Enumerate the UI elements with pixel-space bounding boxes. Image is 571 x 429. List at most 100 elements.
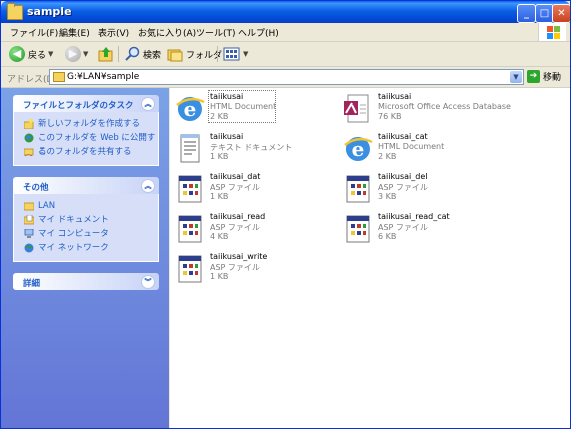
ie-html-icon[interactable]: e [174,93,206,125]
window-title: sample [27,5,72,18]
search-label: 検索 [143,50,162,61]
task-share-folder[interactable]: このフォルダを共有する [14,145,158,159]
file-item[interactable]: taiikusai テキスト ドキュメント 1 KB [170,130,350,170]
file-list: e taiikusai HTML Document 2 KB taiikusai Micr… [170,88,570,428]
file-size: 1 KB [210,272,229,281]
menu-file[interactable]: ファイル(F) [10,26,58,39]
go-arrow-icon: ➔ [527,70,540,83]
file-size: 2 KB [210,112,229,121]
text-document-icon[interactable] [174,133,206,165]
file-item[interactable]: e taiikusai HTML Document 2 KB [170,90,350,130]
file-size: 1 KB [210,152,229,161]
my-computer-icon [24,229,34,238]
chevron-down-icon[interactable]: ▼ [83,50,88,58]
file-item[interactable]: taiikusai_del ASP ファイル 3 KB [338,170,518,210]
title-bar[interactable]: sample _ □ ✕ [1,1,570,23]
task-label: 新しいフォルダを作成する [38,119,141,129]
file-name: taiikusai [210,132,244,141]
views-grid-icon [223,47,240,61]
file-size: 3 KB [378,192,397,201]
menu-favorites[interactable]: お気に入り(A) [138,26,196,39]
place-label: マイ コンピュータ [38,229,109,239]
other-places-panel: その他 ︽ LAN マイ ドキュメント マイ コンピュータ マイ ネットワーク [13,177,159,262]
chevron-down-icon[interactable]: ▼ [243,50,248,58]
asp-file-icon[interactable] [174,173,206,205]
back-button[interactable]: ◀ 戻る ▼ [9,45,53,63]
up-folder-button[interactable] [98,45,114,63]
my-network-icon [24,243,34,253]
my-documents-icon [24,215,34,225]
file-type: Microsoft Office Access Database [378,102,511,111]
file-item[interactable]: e taiikusai_cat HTML Document 2 KB [338,130,518,170]
menu-edit[interactable]: 編集(E) [59,26,90,39]
file-size: 76 KB [378,112,402,121]
file-name: taiikusai [210,92,244,101]
panel-title: その他 [23,183,49,193]
asp-file-icon[interactable] [174,213,206,245]
chevron-down-icon[interactable]: ▼ [48,50,53,58]
asp-file-icon[interactable] [342,213,374,245]
address-input[interactable]: G:¥LAN¥sample ▼ [49,69,524,85]
menu-view[interactable]: 表示(V) [98,26,129,39]
toolbar: ◀ 戻る ▼ ▶ ▼ 検索 フォルダ ▼ [1,42,570,67]
minimize-button[interactable]: _ [517,4,536,23]
menu-bar: ファイル(F) 編集(E) 表示(V) お気に入り(A) ツール(T) ヘルプ(… [1,23,570,42]
file-size: 1 KB [210,192,229,201]
file-type: HTML Document [210,102,277,111]
file-name: taiikusai_read_cat [378,212,450,221]
access-db-icon[interactable] [342,93,374,125]
file-name: taiikusai_cat [378,132,428,141]
place-label: マイ ドキュメント [38,215,109,225]
file-item[interactable]: taiikusai_write ASP ファイル 1 KB [170,250,350,290]
file-item[interactable]: taiikusai_dat ASP ファイル 1 KB [170,170,350,210]
panel-header[interactable]: その他 ︽ [13,177,159,194]
place-my-documents[interactable]: マイ ドキュメント [14,213,158,227]
collapse-icon[interactable]: ︽ [141,179,155,193]
menu-tools[interactable]: ツール(T) [196,26,236,39]
search-icon [125,46,140,61]
search-button[interactable]: 検索 [124,45,161,63]
menu-help[interactable]: ヘルプ(H) [238,26,279,39]
place-lan[interactable]: LAN [14,199,158,213]
back-label: 戻る [28,50,47,61]
details-panel: 詳細 ︾ [13,273,159,290]
panel-header[interactable]: ファイルとフォルダのタスク ︽ [13,95,159,112]
task-label: このフォルダを共有する [38,147,132,157]
expand-icon[interactable]: ︾ [141,275,155,289]
file-item[interactable]: taiikusai_read ASP ファイル 4 KB [170,210,350,250]
file-folder-tasks-panel: ファイルとフォルダのタスク ︽ 新しいフォルダを作成する このフォルダを Web… [13,95,159,166]
address-path[interactable]: G:¥LAN¥sample [67,72,139,82]
folder-icon [7,3,23,20]
file-type: HTML Document [378,142,445,151]
panel-header[interactable]: 詳細 ︾ [13,273,159,290]
file-item[interactable]: taiikusai_read_cat ASP ファイル 6 KB [338,210,518,250]
globe-icon [24,133,34,143]
go-label: 移動 [543,73,562,83]
chevron-down-icon[interactable]: ▼ [510,71,522,83]
address-bar: アドレス(D) G:¥LAN¥sample ▼ ➔ 移動 [1,67,570,88]
panel-body: LAN マイ ドキュメント マイ コンピュータ マイ ネットワーク [13,194,159,262]
panel-title: ファイルとフォルダのタスク [23,101,134,111]
forward-button[interactable]: ▶ ▼ [65,45,88,63]
folders-icon [167,49,183,62]
task-new-folder[interactable]: 新しいフォルダを作成する [14,117,158,131]
go-button[interactable]: ➔ 移動 [527,70,561,83]
file-item[interactable]: taiikusai Microsoft Office Access Databas… [338,90,518,130]
place-my-network[interactable]: マイ ネットワーク [14,241,158,255]
folder-icon [53,72,65,82]
file-name: taiikusai_dat [210,172,261,181]
collapse-icon[interactable]: ︽ [141,97,155,111]
folders-button[interactable]: フォルダ [167,45,222,63]
forward-arrow-icon: ▶ [65,46,81,62]
task-publish-web[interactable]: このフォルダを Web に公開する [14,131,158,157]
asp-file-icon[interactable] [174,253,206,285]
ie-html-icon[interactable]: e [342,133,374,165]
asp-file-icon[interactable] [342,173,374,205]
views-button[interactable]: ▼ [223,45,248,63]
explorer-window: sample _ □ ✕ ファイル(F) 編集(E) 表示(V) お気に入り(A… [0,0,571,429]
toolbar-separator [217,46,218,62]
place-my-computer[interactable]: マイ コンピュータ [14,227,158,241]
close-button[interactable]: ✕ [552,4,570,23]
toolbar-separator [118,46,119,62]
file-name: taiikusai_read [210,212,266,221]
